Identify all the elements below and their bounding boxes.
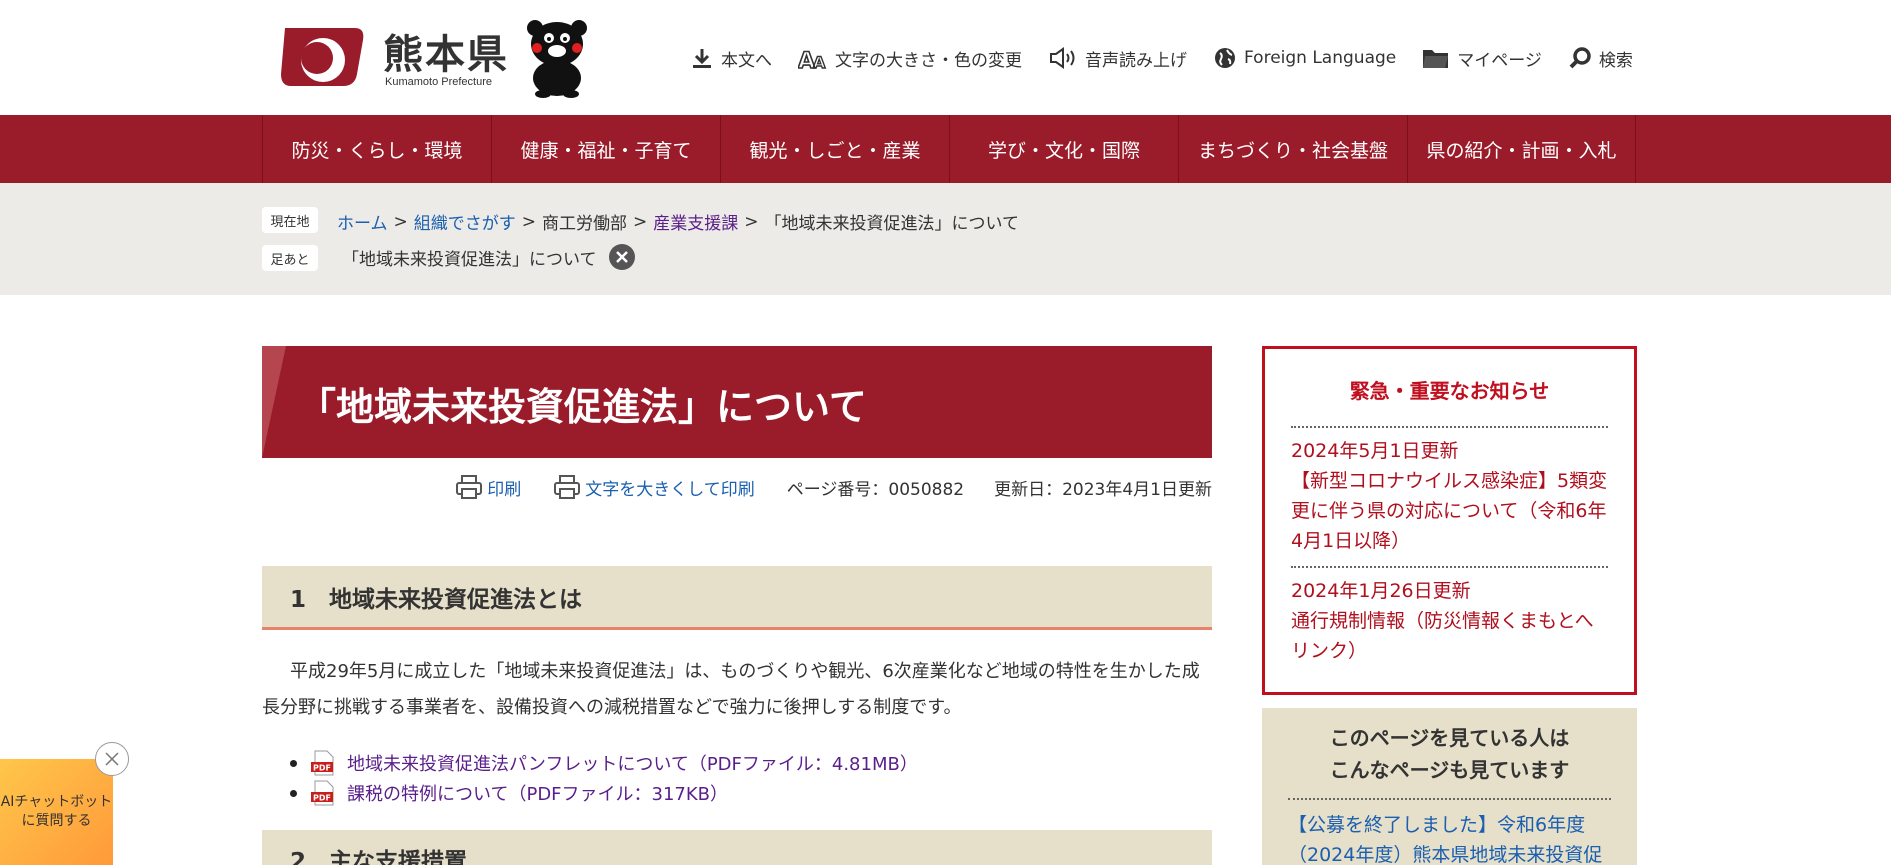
print-label: 印刷	[487, 479, 522, 500]
search-icon	[1569, 47, 1591, 69]
updated-date: 更新日：2023年4月1日更新	[994, 479, 1212, 500]
gnav-item-health-welfare[interactable]: 健康・福祉・子育て	[491, 115, 720, 183]
text-to-speech-label: 音声読み上げ	[1085, 50, 1187, 71]
breadcrumb-current-page: 「地域未来投資促進法」について	[764, 214, 1020, 234]
gnav-item-prefecture-info[interactable]: 県の紹介・計画・入札	[1407, 115, 1636, 183]
search-link[interactable]: 検索	[1568, 46, 1633, 71]
bullet	[290, 759, 297, 767]
file-list: PDF 地域未来投資促進法パンフレットについて（PDFファイル：4.81MB） …	[290, 748, 918, 808]
breadcrumb-separator: >	[393, 211, 408, 232]
breadcrumb-separator: >	[633, 211, 648, 232]
section-paragraph: 平成29年5月に成立した「地域未来投資促進法」は、ものづくりや観光、6次産業化な…	[262, 661, 1200, 718]
notice-item-date: 2024年5月1日更新	[1291, 440, 1459, 462]
related-title-line2: こんなページも見ています	[1329, 758, 1570, 782]
pdf-icon: PDF	[311, 780, 334, 806]
breadcrumb-division-link[interactable]: 産業支援課	[653, 209, 738, 234]
notice-item-text: 通行規制情報（防災情報くまもとへリンク）	[1291, 610, 1594, 662]
mypage-link[interactable]: マイページ	[1422, 46, 1542, 71]
text-to-speech-link[interactable]: 音声読み上げ	[1048, 46, 1187, 71]
pamphlet-pdf-link[interactable]: 地域未来投資促進法パンフレットについて（PDFファイル：4.81MB）	[347, 750, 918, 776]
svg-text:PDF: PDF	[313, 764, 331, 773]
notice-item-date: 2024年1月26日更新	[1291, 580, 1471, 602]
search-label: 検索	[1598, 50, 1633, 71]
breadcrumb: ホーム > 組織でさがす > 商工労働部 > 産業支援課 > 「地域未来投資促進…	[337, 209, 1020, 235]
font-size-color-label: 文字の大きさ・色の変更	[835, 50, 1022, 71]
related-pages-box: このページを見ている人は こんなページも見ています 【公募を終了しました】令和6…	[1262, 708, 1637, 865]
site-header: 熊本県 Kumamoto Prefecture 本文へ A A 文字の大きさ・色…	[0, 0, 1891, 115]
svg-text:PDF: PDF	[313, 794, 331, 803]
speaker-icon	[1050, 47, 1075, 69]
footprint-item[interactable]: 「地域未来投資促進法」について	[342, 245, 597, 270]
close-icon	[105, 752, 119, 766]
prefecture-name: 熊本県	[383, 32, 509, 78]
footprint-tag: 足あと	[262, 245, 318, 271]
bullet	[290, 789, 297, 797]
font-size-color-link[interactable]: A A 文字の大きさ・色の変更	[798, 46, 1022, 71]
notice-item-traffic[interactable]: 2024年1月26日更新 通行規制情報（防災情報くまもとへリンク）	[1291, 568, 1608, 676]
notice-title: 緊急・重要なお知らせ	[1349, 379, 1550, 403]
notice-item-covid[interactable]: 2024年5月1日更新 【新型コロナウイルス感染症】5類変更に伴う県の対応につい…	[1291, 428, 1608, 566]
page-tools: 印刷 文字を大きくして印刷 ページ番号：0050882 更新日：2023年4月1…	[455, 474, 1212, 500]
globe-icon	[1215, 48, 1235, 68]
printer-icon	[456, 475, 483, 499]
chatbot-label-line1: AIチャットボット	[0, 794, 113, 810]
skip-to-content-label: 本文へ	[721, 50, 772, 71]
folder-icon	[1423, 50, 1449, 68]
kumamon-mascot-icon	[527, 20, 587, 98]
foreign-language-link[interactable]: Foreign Language	[1213, 46, 1396, 70]
related-item[interactable]: 【公募を終了しました】令和6年度（2024年度）熊本県地域未来投資促進事	[1288, 810, 1611, 865]
gnav-item-disaster-life[interactable]: 防災・くらし・環境	[262, 115, 491, 183]
footprint-close-button[interactable]	[608, 244, 635, 270]
related-title-line1: このページを見ている人は	[1329, 726, 1570, 750]
divider	[1288, 798, 1611, 800]
skip-to-content-link[interactable]: 本文へ	[690, 46, 772, 71]
pdf-icon: PDF	[311, 750, 334, 776]
section-heading-1: 1 地域未来投資促進法とは	[262, 566, 1212, 630]
utility-nav: 本文へ A A 文字の大きさ・色の変更 音声読み上げ Foreign Langu…	[690, 44, 1633, 72]
breadcrumb-home-link[interactable]: ホーム	[337, 209, 388, 234]
download-icon	[693, 49, 711, 68]
gnav-item-urban-infrastructure[interactable]: まちづくり・社会基盤	[1178, 115, 1407, 183]
list-item: PDF 課税の特例について（PDFファイル：317KB）	[290, 778, 918, 808]
breadcrumb-area: 現在地 ホーム > 組織でさがす > 商工労働部 > 産業支援課 > 「地域未来…	[0, 183, 1891, 295]
list-item: PDF 地域未来投資促進法パンフレットについて（PDFファイル：4.81MB）	[290, 748, 918, 778]
gnav-item-tourism-work[interactable]: 観光・しごと・産業	[720, 115, 949, 183]
breadcrumb-separator: >	[521, 211, 536, 232]
print-large-label: 文字を大きくして印刷	[585, 479, 755, 500]
breadcrumb-department: 商工労働部	[542, 214, 627, 234]
footprint: 「地域未来投資促進法」について	[342, 244, 635, 270]
page-number: ページ番号：0050882	[786, 479, 965, 500]
prefecture-name-en: Kumamoto Prefecture	[385, 76, 492, 88]
page-title-banner: 「地域未来投資促進法」について	[262, 346, 1212, 458]
title-accent-stripe	[262, 346, 286, 458]
gnav-item-education-culture[interactable]: 学び・文化・国際	[949, 115, 1178, 183]
font-size-icon: A A	[798, 48, 827, 70]
important-notice-box: 緊急・重要なお知らせ 2024年5月1日更新 【新型コロナウイルス感染症】5類変…	[1262, 346, 1637, 695]
global-nav: 防災・くらし・環境 健康・福祉・子育て 観光・しごと・産業 学び・文化・国際 ま…	[0, 115, 1891, 183]
print-link[interactable]: 印刷	[455, 474, 521, 500]
site-logo[interactable]: 熊本県 Kumamoto Prefecture	[275, 18, 595, 100]
breadcrumb-organization-link[interactable]: 組織でさがす	[414, 209, 516, 234]
section-heading-2: 2 主な支援措置	[262, 830, 1212, 865]
current-location-tag: 現在地	[262, 207, 318, 233]
chatbot-close-button[interactable]	[95, 742, 129, 776]
chatbot-label-line2: に質問する	[21, 813, 92, 829]
related-title: このページを見ている人は こんなページも見ています	[1262, 722, 1637, 786]
foreign-language-label: Foreign Language	[1244, 48, 1397, 68]
printer-icon	[554, 475, 581, 499]
breadcrumb-separator: >	[744, 211, 759, 232]
page-title: 「地域未来投資促進法」について	[298, 385, 867, 429]
print-large-link[interactable]: 文字を大きくして印刷	[553, 474, 755, 500]
notice-item-text: 【新型コロナウイルス感染症】5類変更に伴う県の対応について（令和6年4月1日以降…	[1291, 470, 1608, 552]
prefecture-emblem-icon	[281, 28, 364, 86]
main-content: 「地域未来投資促進法」について 印刷 文字を大きくして印刷 ページ番号：0050…	[262, 346, 1212, 865]
mypage-label: マイページ	[1457, 50, 1542, 71]
close-icon	[615, 251, 628, 263]
tax-exception-pdf-link[interactable]: 課税の特例について（PDFファイル：317KB）	[347, 780, 728, 806]
svg-text:A: A	[813, 53, 826, 70]
ai-chatbot-button[interactable]: AIチャットボット に質問する	[0, 759, 113, 865]
